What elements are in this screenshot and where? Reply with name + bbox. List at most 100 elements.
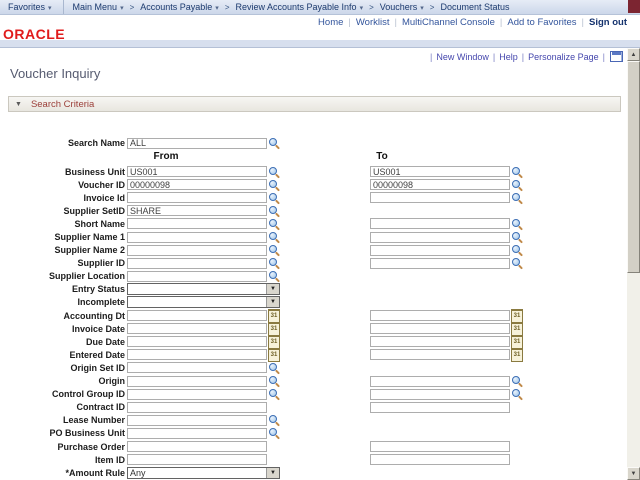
lookup-icon[interactable] [511, 166, 523, 178]
column-header-to: To [368, 151, 396, 162]
from-input[interactable] [127, 218, 267, 229]
from-input[interactable] [127, 166, 267, 177]
from-input[interactable] [127, 245, 267, 256]
from-dropdown[interactable]: ▼ [127, 283, 280, 295]
lookup-icon[interactable] [511, 257, 523, 269]
scroll-up-icon[interactable]: ▲ [627, 48, 640, 61]
from-input[interactable] [127, 402, 267, 413]
from-input[interactable] [127, 454, 267, 465]
from-input[interactable] [127, 428, 267, 439]
to-input[interactable] [370, 192, 510, 203]
chevron-down-icon[interactable]: ▼ [266, 284, 279, 294]
lookup-icon[interactable] [511, 375, 523, 387]
lookup-icon[interactable] [268, 231, 280, 243]
breadcrumb-item[interactable]: Favorites▾ [8, 2, 52, 12]
from-dropdown[interactable]: Any▼ [127, 467, 280, 479]
to-input[interactable] [370, 218, 510, 229]
to-input[interactable] [370, 310, 510, 321]
lookup-icon[interactable] [511, 231, 523, 243]
header-link[interactable]: Home [318, 17, 343, 28]
breadcrumb-item[interactable]: Vouchers▾ [380, 2, 424, 12]
from-input[interactable] [127, 441, 267, 452]
from-input[interactable] [127, 323, 267, 334]
header-link[interactable]: Worklist [356, 17, 390, 28]
lookup-icon[interactable] [268, 257, 280, 269]
lookup-icon[interactable] [268, 362, 280, 374]
calendar-icon[interactable]: 31 [268, 309, 280, 323]
from-input[interactable] [127, 415, 267, 426]
utility-link[interactable]: Help [499, 52, 518, 62]
from-cell [127, 375, 370, 387]
header-link[interactable]: MultiChannel Console [402, 17, 495, 28]
from-input[interactable] [127, 192, 267, 203]
breadcrumb-item[interactable]: Document Status [440, 2, 509, 12]
to-cell: 31 [370, 348, 622, 362]
lookup-icon[interactable] [268, 375, 280, 387]
to-input[interactable] [370, 441, 510, 452]
to-input[interactable] [370, 454, 510, 465]
collapse-triangle-icon[interactable]: ▼ [15, 101, 22, 108]
lookup-icon[interactable] [511, 388, 523, 400]
utility-link[interactable]: New Window [436, 52, 489, 62]
chevron-down-icon[interactable]: ▼ [266, 468, 279, 478]
from-dropdown[interactable]: ▼ [127, 296, 280, 308]
from-input[interactable] [127, 271, 267, 282]
lookup-icon[interactable] [268, 166, 280, 178]
lookup-icon[interactable] [268, 414, 280, 426]
lookup-icon[interactable] [511, 218, 523, 230]
to-input[interactable] [370, 336, 510, 347]
signout-link[interactable]: Sign out [589, 17, 627, 28]
calendar-icon[interactable]: 31 [511, 309, 523, 323]
breadcrumb-item[interactable]: Accounts Payable▾ [140, 2, 219, 12]
from-input[interactable] [127, 258, 267, 269]
lookup-icon[interactable] [268, 179, 280, 191]
lookup-icon[interactable] [268, 244, 280, 256]
from-input[interactable] [127, 179, 267, 190]
lookup-icon[interactable] [268, 192, 280, 204]
to-input[interactable] [370, 402, 510, 413]
lookup-icon[interactable] [511, 179, 523, 191]
to-input[interactable] [370, 323, 510, 334]
lookup-icon[interactable] [268, 427, 280, 439]
utility-link[interactable]: Personalize Page [528, 52, 599, 62]
from-input[interactable] [127, 362, 267, 373]
to-input[interactable] [370, 179, 510, 190]
lookup-icon[interactable] [268, 205, 280, 217]
from-input[interactable] [127, 389, 267, 400]
scroll-down-icon[interactable]: ▼ [627, 467, 640, 480]
lookup-icon[interactable] [268, 388, 280, 400]
from-input[interactable] [127, 205, 267, 216]
calendar-icon[interactable]: 31 [511, 348, 523, 362]
calendar-icon[interactable]: 31 [268, 335, 280, 349]
personalize-layout-icon[interactable] [610, 51, 623, 62]
calendar-icon[interactable]: 31 [511, 335, 523, 349]
lookup-icon[interactable] [511, 192, 523, 204]
to-input[interactable] [370, 389, 510, 400]
scrollbar-thumb[interactable] [627, 61, 640, 273]
to-input[interactable] [370, 166, 510, 177]
from-input[interactable] [127, 336, 267, 347]
lookup-icon[interactable] [268, 137, 280, 149]
from-input[interactable] [127, 376, 267, 387]
calendar-icon[interactable]: 31 [268, 322, 280, 336]
to-input[interactable] [370, 258, 510, 269]
vertical-scrollbar[interactable]: ▲ ▼ [627, 48, 640, 480]
to-input[interactable] [370, 245, 510, 256]
to-input[interactable] [370, 232, 510, 243]
lookup-icon[interactable] [268, 218, 280, 230]
calendar-icon[interactable]: 31 [511, 322, 523, 336]
lookup-icon[interactable] [268, 270, 280, 282]
from-input[interactable] [127, 232, 267, 243]
breadcrumb-item[interactable]: Main Menu▾ [73, 2, 124, 12]
header-link[interactable]: Add to Favorites [507, 17, 576, 28]
lookup-icon[interactable] [511, 244, 523, 256]
calendar-icon[interactable]: 31 [268, 348, 280, 362]
chevron-down-icon[interactable]: ▼ [266, 297, 279, 307]
search-name-input[interactable] [127, 138, 267, 149]
from-input[interactable] [127, 310, 267, 321]
from-input[interactable] [127, 349, 267, 360]
to-input[interactable] [370, 376, 510, 387]
to-input[interactable] [370, 349, 510, 360]
search-criteria-section-header[interactable]: ▼ Search Criteria [8, 96, 621, 112]
breadcrumb-item[interactable]: Review Accounts Payable Info▾ [235, 2, 363, 12]
